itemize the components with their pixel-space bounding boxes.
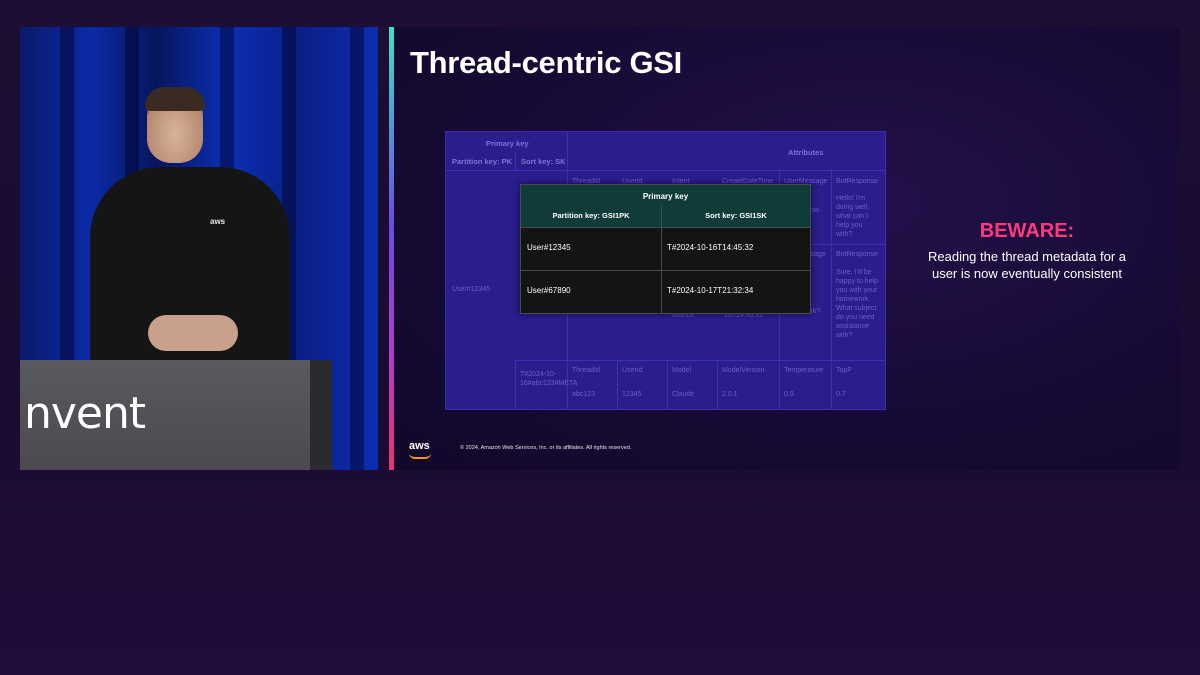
gsi-table-row: User#67890 T#2024-10-17T21:32:34 — [521, 270, 810, 313]
table-divider — [515, 152, 516, 170]
gsi-sort-key-header: Sort key: GSI1SK — [705, 211, 767, 220]
shirt-logo: aws — [210, 217, 226, 226]
base-meta-value: 12345 — [622, 391, 642, 398]
base-meta-value: 2.0.1 — [722, 391, 738, 398]
gsi-partition-key-header: Partition key: GSI1PK — [552, 211, 630, 220]
gsi-sk-cell: T#2024-10-17T21:32:34 — [667, 286, 754, 295]
curtain-fold — [350, 27, 364, 470]
gsi-sk-cell: T#2024-10-16T14:45:32 — [667, 243, 754, 252]
base-col-header: TopP — [836, 367, 852, 374]
table-divider — [515, 360, 885, 361]
speaker-hands — [148, 315, 238, 351]
base-meta-value: 0.7 — [836, 391, 846, 398]
base-col-header: UserId — [622, 367, 643, 374]
podium-text: nvent — [24, 388, 146, 439]
slide: Thread-centric GSI Primary key Attribute… — [389, 27, 1180, 470]
gsi-table-header: Primary key Partition key: GSI1PK Sort k… — [521, 185, 810, 227]
gsi-primary-key-title: Primary key — [642, 192, 689, 201]
base-meta-sk: T#2024-10-16#abc123#META — [520, 371, 578, 387]
accent-bar — [389, 27, 394, 470]
base-primary-key-header: Primary key — [486, 139, 529, 148]
base-bot-response: Sure, I'd be happy to help you with your… — [836, 269, 879, 339]
table-divider — [617, 360, 618, 409]
base-col-header: BotResponse — [836, 178, 879, 185]
podium: nvent — [20, 360, 310, 470]
base-sort-key-header: Sort key: SK — [521, 157, 566, 166]
base-col-header: Model — [672, 367, 692, 374]
base-col-header: ThreadId — [572, 367, 601, 374]
base-partition-key-header: Partition key: PK — [452, 157, 513, 166]
podium-side — [310, 360, 332, 470]
table-divider — [831, 170, 832, 409]
table-divider — [667, 360, 668, 409]
table-divider — [515, 360, 516, 409]
copyright-text: © 2024, Amazon Web Services, Inc. or its… — [460, 445, 632, 451]
gsi-pk-cell: User#12345 — [527, 243, 571, 252]
base-meta-value: 0.9 — [784, 391, 794, 398]
slide-title: Thread-centric GSI — [410, 45, 682, 80]
speaker-hair — [145, 87, 205, 111]
table-divider — [446, 170, 885, 171]
beware-title: BEWARE: — [979, 220, 1075, 242]
base-bot-response: Hello! I'm doing well, what can I help y… — [836, 195, 870, 238]
base-attributes-header: Attributes — [788, 148, 824, 157]
base-col-header: BotResponse — [836, 251, 879, 258]
base-col-header: ModelVersion — [722, 367, 765, 374]
base-col-header: Temperature — [784, 367, 824, 374]
beware-text: Reading the thread metadata for a user i… — [927, 249, 1127, 281]
aws-logo: aws — [409, 440, 430, 452]
base-partial-text: ow — [810, 207, 819, 214]
base-meta-value: Claude — [672, 391, 695, 398]
gsi-pk-cell: User#67890 — [527, 286, 571, 295]
aws-smile-icon — [409, 453, 431, 459]
table-divider — [717, 360, 718, 409]
base-pk-value: User#12345 — [452, 286, 491, 293]
gsi-table: Primary key Partition key: GSI1PK Sort k… — [520, 184, 811, 314]
gsi-table-row: User#12345 T#2024-10-16T14:45:32 — [521, 227, 810, 270]
base-meta-value: abc123 — [572, 391, 595, 398]
speaker-video: aws nvent — [20, 27, 378, 470]
